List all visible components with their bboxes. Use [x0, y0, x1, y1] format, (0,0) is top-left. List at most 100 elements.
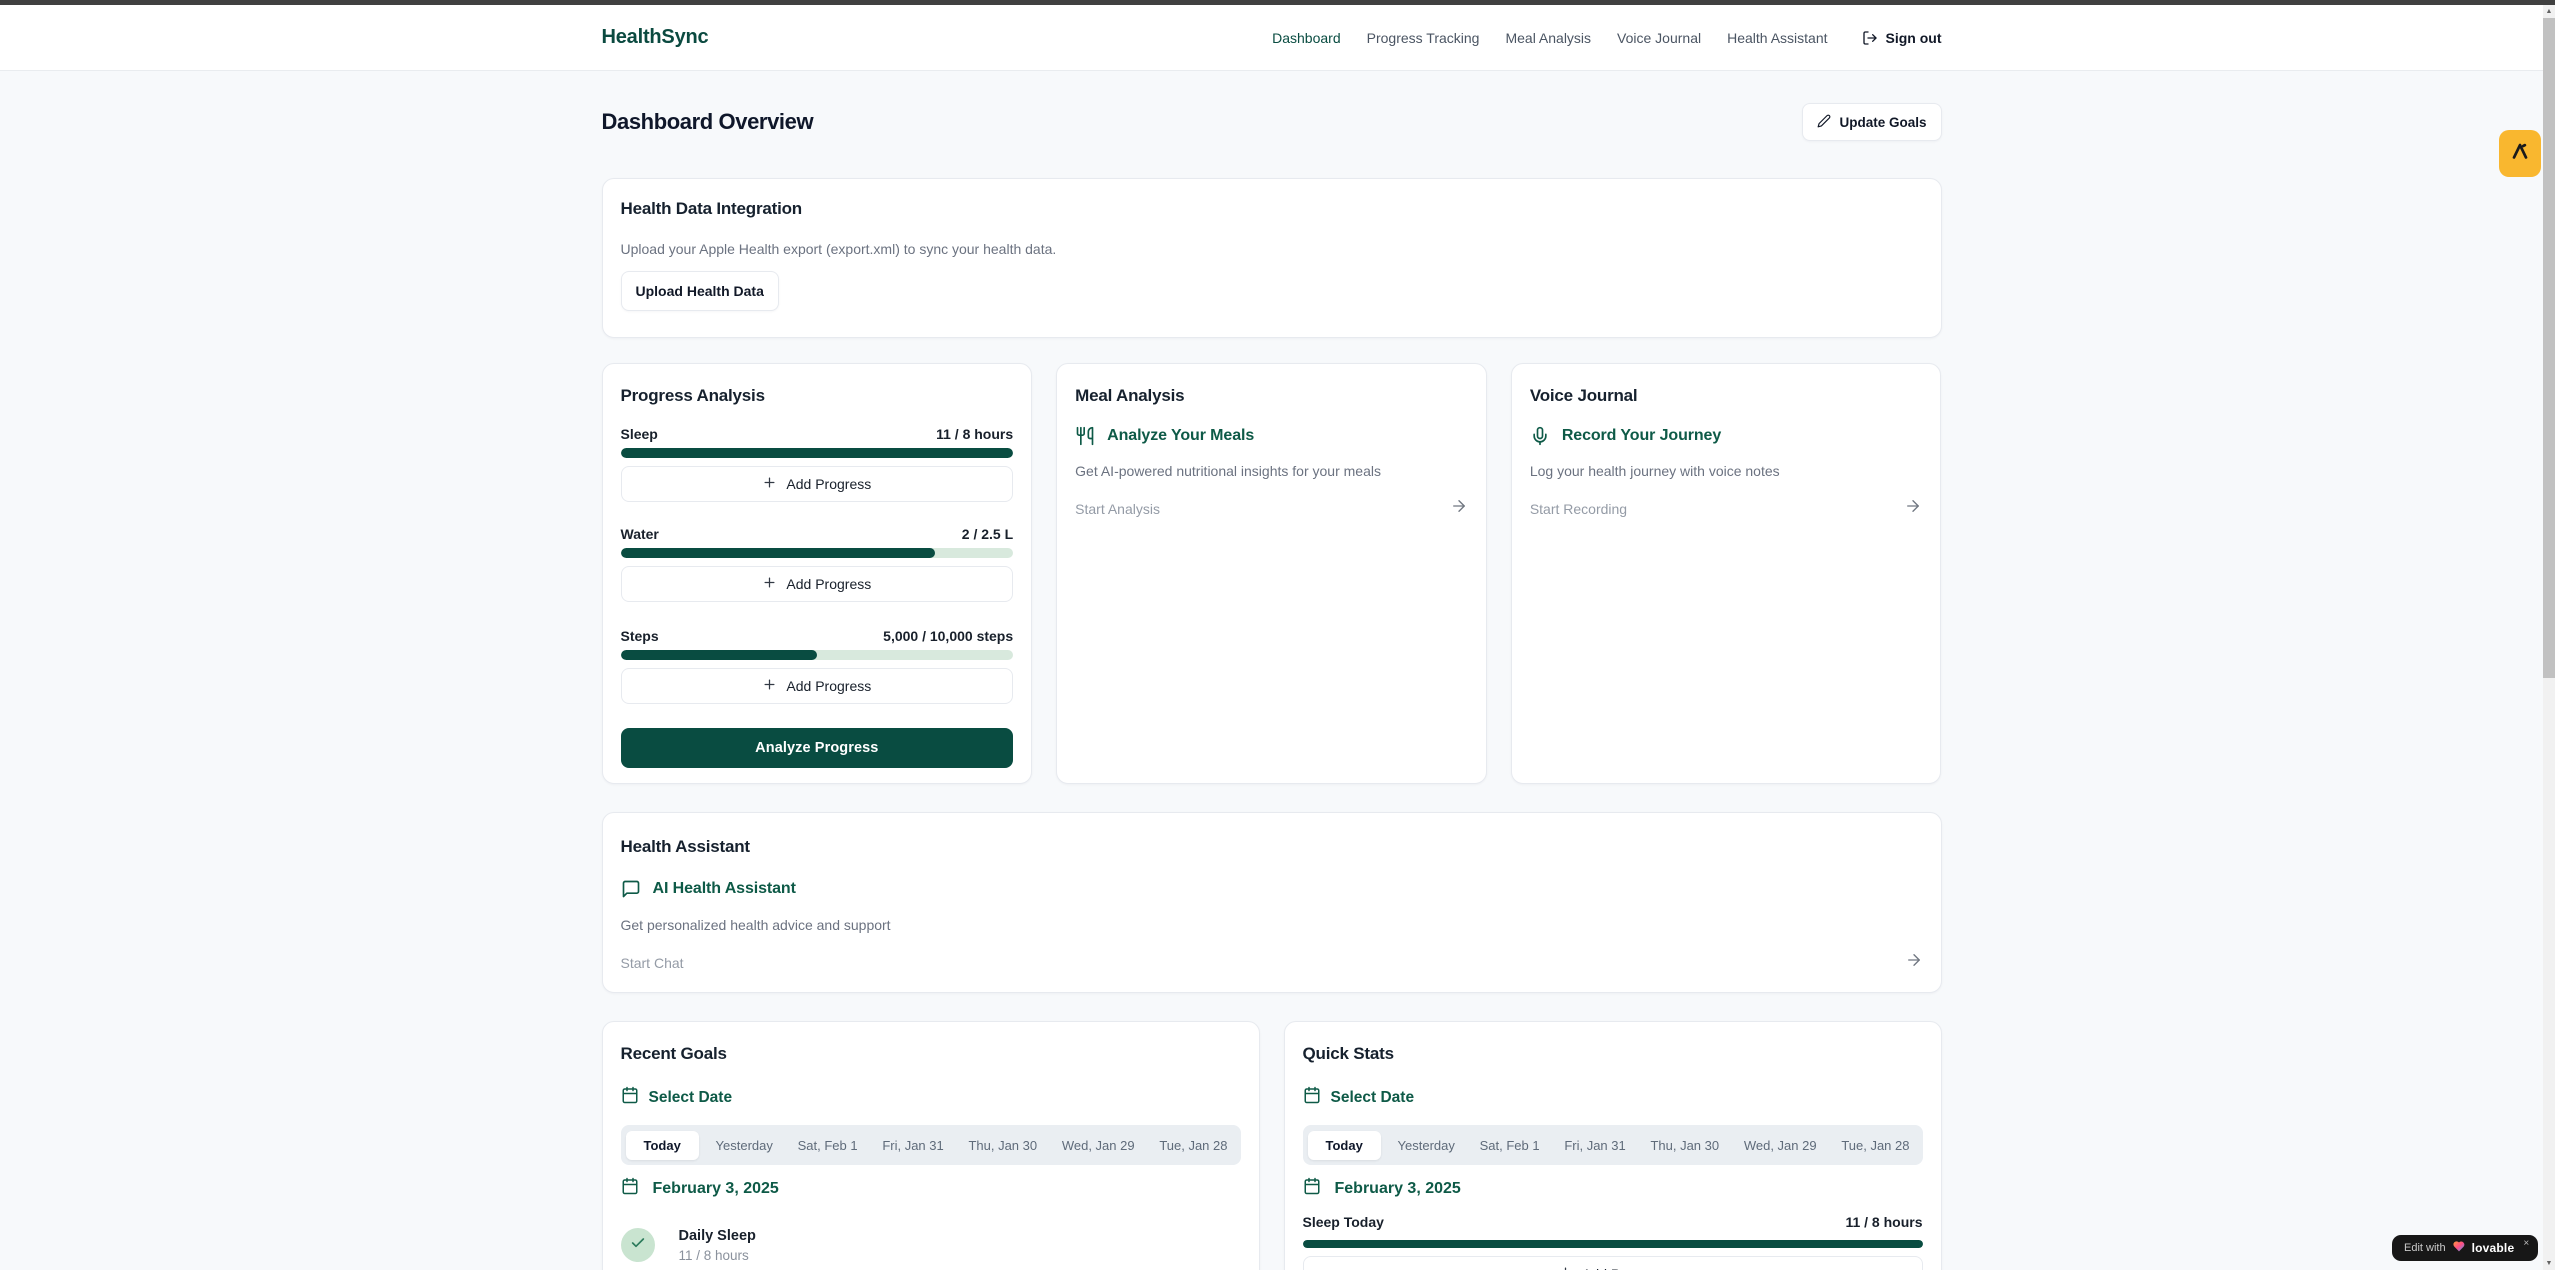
plus-icon — [762, 475, 777, 493]
health-assistant-description: Get personalized health advice and suppo… — [621, 917, 1923, 933]
tab-thu-jan-30[interactable]: Thu, Jan 30 — [1642, 1132, 1727, 1159]
tab-today[interactable]: Today — [626, 1131, 699, 1160]
add-progress-button-water[interactable]: Add Progress — [621, 566, 1014, 602]
integration-title: Health Data Integration — [621, 199, 1923, 219]
analyze-progress-button[interactable]: Analyze Progress — [621, 728, 1014, 768]
sleep-goal-group: Sleep 11 / 8 hours Add Progress — [621, 426, 1014, 502]
tab-fri-jan-31[interactable]: Fri, Jan 31 — [874, 1132, 951, 1159]
start-chat-action[interactable]: Start Chat — [621, 951, 1923, 974]
tab-tue-jan-28[interactable]: Tue, Jan 28 — [1833, 1132, 1917, 1159]
steps-progress-bar — [621, 650, 1014, 660]
update-goals-button[interactable]: Update Goals — [1802, 103, 1941, 141]
calendar-icon — [621, 1086, 639, 1109]
tab-tue-jan-28[interactable]: Tue, Jan 28 — [1151, 1132, 1235, 1159]
page-title: Dashboard Overview — [602, 109, 814, 135]
add-progress-label: Add Progress — [786, 678, 871, 694]
sleep-today-value: 11 / 8 hours — [1845, 1214, 1922, 1230]
selected-date-label: February 3, 2025 — [653, 1180, 779, 1198]
goal-list-item: Daily Sleep 11 / 8 hours — [621, 1228, 1241, 1263]
vertical-scrollbar[interactable]: ▲ ▼ — [2543, 5, 2555, 1270]
steps-goal-group: Steps 5,000 / 10,000 steps Add Progress — [621, 628, 1014, 704]
voice-journal-description: Log your health journey with voice notes — [1530, 463, 1923, 479]
tab-today[interactable]: Today — [1308, 1131, 1381, 1160]
scrollbar-thumb[interactable] — [2543, 18, 2555, 678]
tab-wed-jan-29[interactable]: Wed, Jan 29 — [1736, 1132, 1825, 1159]
start-recording-action[interactable]: Start Recording — [1530, 497, 1923, 520]
record-your-journey-link[interactable]: Record Your Journey — [1530, 426, 1923, 446]
select-date-button[interactable]: Select Date — [1303, 1086, 1923, 1109]
nav-link-meal-analysis[interactable]: Meal Analysis — [1505, 30, 1591, 46]
message-square-icon — [621, 879, 641, 899]
water-goal-group: Water 2 / 2.5 L Add Progress — [621, 526, 1014, 602]
app-page: HealthSync Dashboard Progress Tracking M… — [0, 5, 2543, 1270]
scroll-up-arrow[interactable]: ▲ — [2543, 5, 2555, 18]
arrow-right-icon — [1904, 497, 1922, 520]
sleep-today-progress-bar — [1303, 1240, 1923, 1248]
tab-thu-jan-30[interactable]: Thu, Jan 30 — [960, 1132, 1045, 1159]
health-assistant-title: Health Assistant — [621, 837, 1923, 857]
microphone-icon — [1530, 426, 1550, 446]
water-progress-bar — [621, 548, 1014, 558]
quick-stats-title: Quick Stats — [1303, 1044, 1923, 1064]
sign-out-button[interactable]: Sign out — [1862, 30, 1942, 46]
nav-link-voice-journal[interactable]: Voice Journal — [1617, 30, 1701, 46]
lovable-glyph-icon — [2509, 140, 2531, 167]
tab-fri-jan-31[interactable]: Fri, Jan 31 — [1556, 1132, 1633, 1159]
ai-health-assistant-label: AI Health Assistant — [653, 880, 796, 898]
add-progress-button-steps[interactable]: Add Progress — [621, 668, 1014, 704]
analyze-your-meals-link[interactable]: Analyze Your Meals — [1075, 426, 1468, 446]
top-navbar: HealthSync Dashboard Progress Tracking M… — [0, 5, 2543, 71]
selected-date-row: February 3, 2025 — [621, 1177, 1241, 1200]
start-analysis-action[interactable]: Start Analysis — [1075, 497, 1468, 520]
steps-label: Steps — [621, 628, 659, 644]
sleep-label: Sleep — [621, 426, 658, 442]
progress-analysis-card: Progress Analysis Sleep 11 / 8 hours Add… — [602, 363, 1033, 784]
analyze-your-meals-label: Analyze Your Meals — [1107, 427, 1254, 445]
nav-link-dashboard[interactable]: Dashboard — [1272, 30, 1341, 46]
edit-with-lovable-badge[interactable]: Edit with lovable × — [2392, 1235, 2538, 1261]
update-goals-label: Update Goals — [1839, 115, 1926, 130]
add-progress-label: Add Progress — [786, 476, 871, 492]
tab-sat-feb-1[interactable]: Sat, Feb 1 — [790, 1132, 866, 1159]
pencil-icon — [1817, 114, 1831, 131]
badge-brand: lovable — [2472, 1241, 2515, 1255]
tab-wed-jan-29[interactable]: Wed, Jan 29 — [1054, 1132, 1143, 1159]
sign-out-label: Sign out — [1886, 30, 1942, 46]
meal-analysis-card: Meal Analysis Analyze Your Meals Get AI-… — [1056, 363, 1487, 784]
start-analysis-label: Start Analysis — [1075, 501, 1160, 517]
goal-item-name: Daily Sleep — [679, 1228, 756, 1244]
tab-yesterday[interactable]: Yesterday — [708, 1132, 781, 1159]
arrow-right-icon — [1450, 497, 1468, 520]
sleep-progress-bar — [621, 448, 1014, 458]
ai-health-assistant-link[interactable]: AI Health Assistant — [621, 879, 1923, 899]
start-recording-label: Start Recording — [1530, 501, 1627, 517]
check-icon — [630, 1235, 646, 1256]
water-label: Water — [621, 526, 659, 542]
scroll-down-arrow[interactable]: ▼ — [2543, 1257, 2555, 1270]
nav-link-progress-tracking[interactable]: Progress Tracking — [1367, 30, 1480, 46]
lovable-sidebar-tab[interactable] — [2499, 130, 2541, 177]
integration-description: Upload your Apple Health export (export.… — [621, 241, 1923, 257]
recent-goals-title: Recent Goals — [621, 1044, 1241, 1064]
start-chat-label: Start Chat — [621, 955, 684, 971]
upload-health-data-button[interactable]: Upload Health Data — [621, 271, 779, 311]
meal-analysis-description: Get AI-powered nutritional insights for … — [1075, 463, 1468, 479]
window-top-edge — [0, 0, 2555, 5]
voice-journal-card: Voice Journal Record Your Journey Log yo… — [1511, 363, 1942, 784]
add-progress-button-sleep[interactable]: Add Progress — [621, 466, 1014, 502]
tab-yesterday[interactable]: Yesterday — [1390, 1132, 1463, 1159]
sleep-progress-fill — [621, 448, 1014, 458]
voice-journal-title: Voice Journal — [1530, 386, 1923, 406]
plus-icon — [762, 575, 777, 593]
quick-stats-card: Quick Stats Select Date Today Yesterday … — [1284, 1021, 1942, 1270]
add-progress-button-quick-stats[interactable]: Add Progress — [1303, 1256, 1923, 1270]
brand-logo[interactable]: HealthSync — [602, 26, 709, 49]
calendar-icon — [1303, 1086, 1321, 1109]
utensils-icon — [1075, 426, 1095, 446]
close-icon[interactable]: × — [2523, 1238, 2529, 1249]
date-tabs: Today Yesterday Sat, Feb 1 Fri, Jan 31 T… — [621, 1125, 1241, 1165]
select-date-button[interactable]: Select Date — [621, 1086, 1241, 1109]
tab-sat-feb-1[interactable]: Sat, Feb 1 — [1472, 1132, 1548, 1159]
calendar-icon — [621, 1177, 639, 1200]
nav-link-health-assistant[interactable]: Health Assistant — [1727, 30, 1827, 46]
